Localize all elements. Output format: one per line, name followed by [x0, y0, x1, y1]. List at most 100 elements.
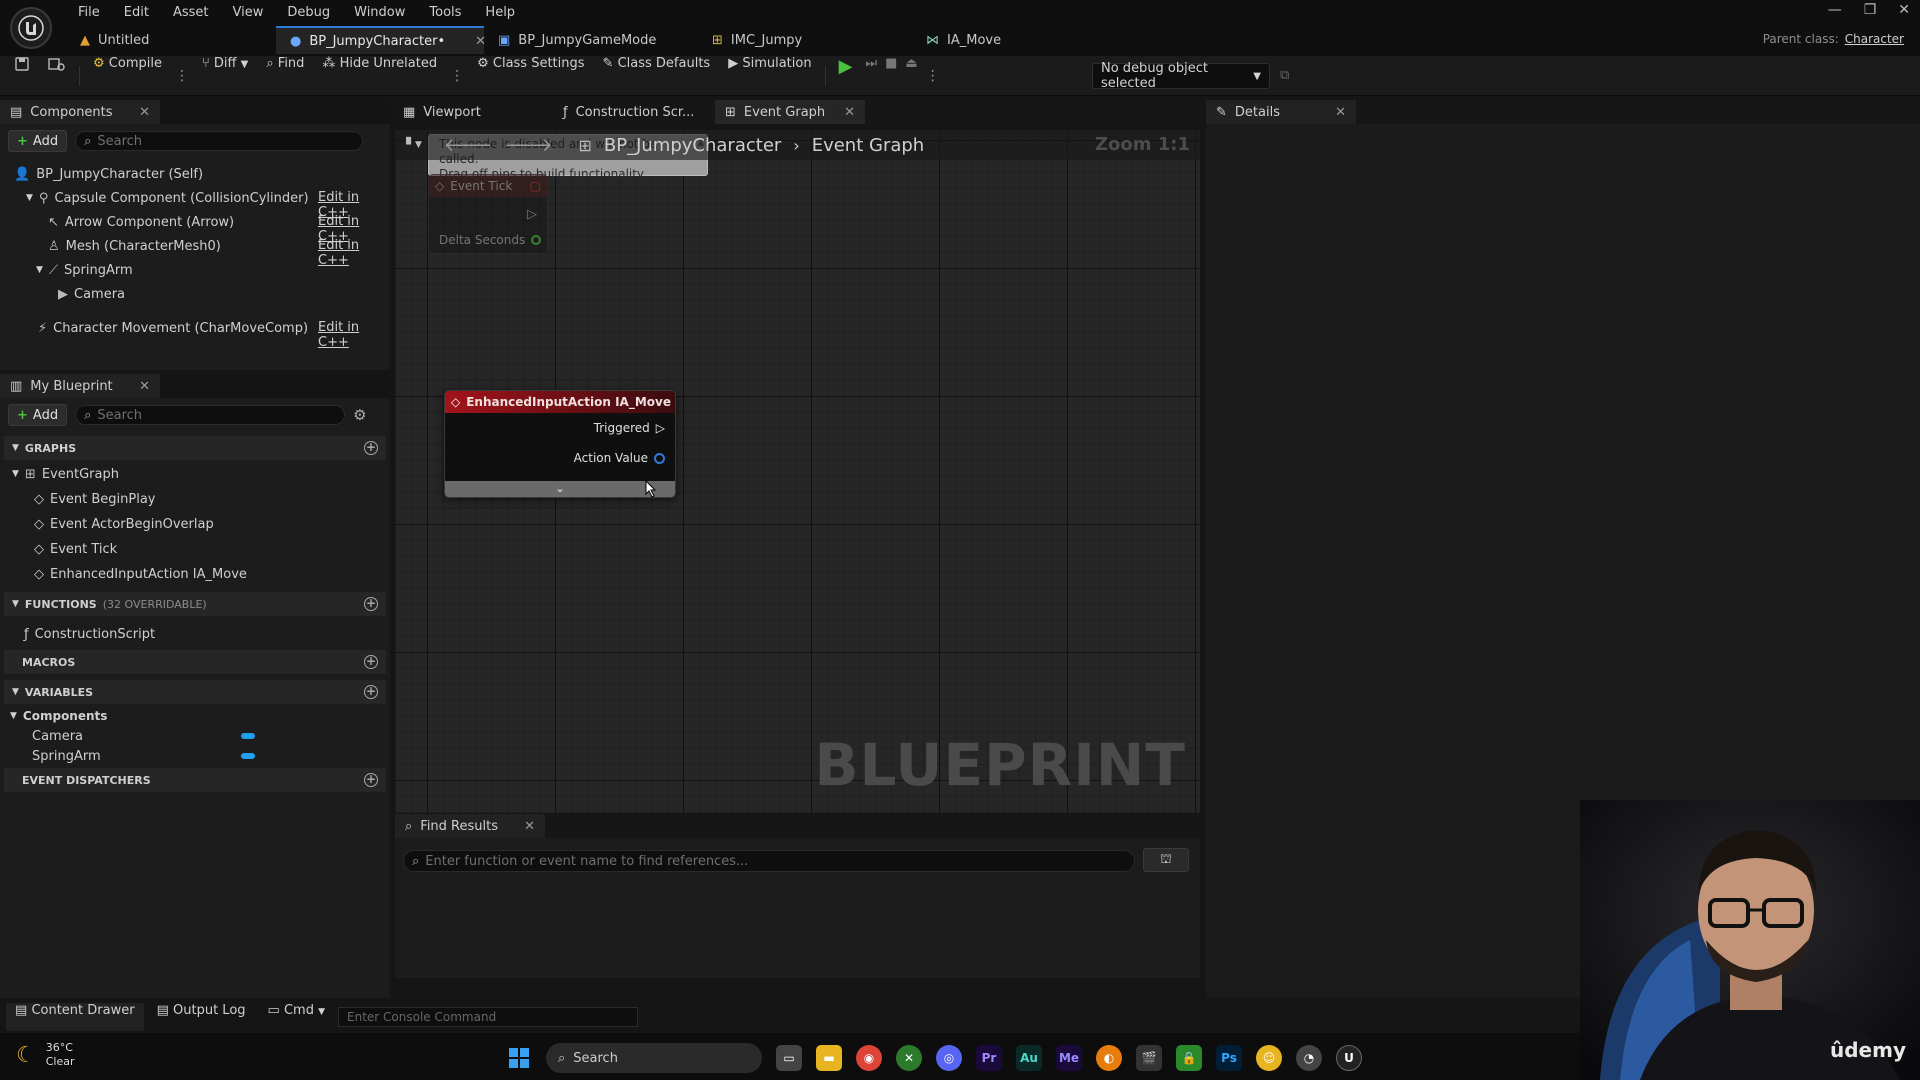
task-view-icon[interactable]: ▭ — [776, 1045, 802, 1071]
close-icon[interactable]: ✕ — [139, 379, 150, 394]
chrome-icon[interactable]: ◉ — [856, 1045, 882, 1071]
debug-filter-icon[interactable]: ⧉ — [1280, 68, 1289, 83]
triggered-exec-pin[interactable]: ▷ — [656, 421, 665, 435]
graph-eventgraph[interactable]: ▼ ⊞ EventGraph — [12, 464, 119, 484]
stop-button[interactable]: ■ — [881, 56, 901, 96]
save-button[interactable] — [0, 56, 39, 96]
add-component-button[interactable]: + Add — [8, 130, 68, 152]
back-arrow-icon[interactable]: 🡐 — [444, 135, 492, 156]
output-log-button[interactable]: ▤ Output Log — [148, 1003, 255, 1031]
edit-in-cpp-link[interactable]: Edit in C++ — [318, 238, 390, 268]
class-settings-button[interactable]: ⚙ Class Settings — [468, 56, 593, 96]
play-button[interactable]: ▶ — [830, 56, 862, 96]
exec-out-pin[interactable]: ▷ — [527, 207, 537, 222]
premiere-icon[interactable]: Pr — [976, 1045, 1002, 1071]
action-value-pin[interactable] — [654, 452, 665, 464]
compile-button[interactable]: ⚙ Compile — [84, 56, 171, 96]
find-button[interactable]: ⌕ Find — [257, 56, 313, 96]
add-dispatcher-icon[interactable]: + — [364, 773, 378, 787]
close-icon[interactable]: ✕ — [1335, 105, 1346, 120]
menu-help[interactable]: Help — [473, 5, 527, 20]
enhanced-input-action-node[interactable]: ◇ EnhancedInputAction IA_Move Triggered … — [444, 390, 676, 498]
clapper-icon[interactable]: 🎬 — [1136, 1045, 1162, 1071]
component-springarm[interactable]: ▼ ⟋ SpringArm — [36, 260, 133, 280]
components-search-input[interactable]: ⌕ Search — [75, 131, 364, 151]
xbox-icon[interactable]: ✕ — [896, 1045, 922, 1071]
audition-icon[interactable]: Au — [1016, 1045, 1042, 1071]
my-blueprint-search-input[interactable]: ⌕ Search — [75, 405, 346, 425]
find-results-tab[interactable]: ⌕ Find Results ✕ — [395, 814, 545, 838]
forward-arrow-icon[interactable]: 🡒 — [504, 135, 552, 156]
menu-asset[interactable]: Asset — [161, 5, 221, 20]
doc-tab-bp-jumpygamemode[interactable]: ▣ BP_JumpyGameMode — [484, 26, 698, 54]
close-window-icon[interactable]: ✕ — [1898, 2, 1910, 18]
unreal-taskbar-icon[interactable]: U — [1336, 1045, 1362, 1071]
minimize-icon[interactable]: — — [1828, 2, 1842, 18]
console-command-input[interactable]: Enter Console Command — [338, 1007, 639, 1027]
menu-file[interactable]: File — [66, 5, 112, 20]
content-drawer-button[interactable]: ▤ Content Drawer — [6, 1003, 144, 1031]
event-beginplay-item[interactable]: ◇ Event BeginPlay — [34, 489, 156, 509]
graph-hierarchy-icon[interactable]: ⊞ — [578, 136, 591, 155]
tab-viewport[interactable]: ▦ Viewport — [393, 100, 553, 124]
add-variable-icon[interactable]: + — [364, 685, 378, 699]
obs-icon[interactable]: ◔ — [1296, 1045, 1322, 1071]
event-ia-move-item[interactable]: ◇ EnhancedInputAction IA_Move — [34, 564, 247, 584]
components-tab[interactable]: ▤ Components ✕ — [0, 100, 160, 124]
chevron-down-icon[interactable]: ▼ — [415, 140, 422, 150]
taskbar-search-box[interactable]: ⌕ Search — [546, 1043, 762, 1073]
doc-tab-untitled[interactable]: ▲ Untitled — [66, 26, 276, 54]
diff-button[interactable]: ⑂ Diff ▼ — [193, 56, 257, 96]
cmd-selector[interactable]: ▭ Cmd ▼ — [259, 1003, 335, 1031]
debug-object-select[interactable]: No debug object selected ▼ — [1092, 61, 1270, 91]
component-camera[interactable]: ▶ Camera — [58, 284, 125, 304]
menu-view[interactable]: View — [221, 5, 276, 20]
event-tick-node[interactable]: ◇ Event Tick ▢ ▷ Delta Seconds — [428, 174, 548, 254]
discord-icon[interactable]: ◎ — [936, 1045, 962, 1071]
component-character-movement[interactable]: ⚡ Character Movement (CharMoveComp) — [38, 318, 308, 338]
gear-icon[interactable]: ⚙ — [353, 406, 366, 424]
media-encoder-icon[interactable]: Me — [1056, 1045, 1082, 1071]
unreal-logo-icon[interactable] — [10, 7, 52, 49]
blender-icon[interactable]: ◐ — [1096, 1045, 1122, 1071]
delta-seconds-pin[interactable] — [531, 235, 542, 245]
details-tab[interactable]: ✎ Details ✕ — [1206, 100, 1356, 124]
variable-camera[interactable]: Camera — [32, 726, 83, 746]
tab-construction-script[interactable]: ƒ Construction Scr... — [553, 100, 715, 124]
restore-icon[interactable]: ❐ — [1864, 2, 1877, 18]
add-graph-icon[interactable]: + — [364, 441, 378, 455]
event-tick-item[interactable]: ◇ Event Tick — [34, 539, 117, 559]
graphs-section-header[interactable]: ▼ GRAPHS + — [4, 436, 386, 460]
event-graph-canvas[interactable]: BLUEPRINT This node is disabled and will… — [395, 130, 1200, 813]
windows-start-icon[interactable] — [506, 1045, 532, 1071]
lock-icon[interactable]: 🔒 — [1176, 1045, 1202, 1071]
hide-unrelated-options-icon[interactable]: ⋮ — [446, 68, 468, 84]
my-blueprint-tab[interactable]: ▥ My Blueprint ✕ — [0, 374, 160, 398]
event-dispatchers-section-header[interactable]: EVENT DISPATCHERS + — [4, 768, 386, 792]
menu-tools[interactable]: Tools — [417, 5, 473, 20]
functions-section-header[interactable]: ▼ FUNCTIONS (32 OVERRIDABLE) + — [4, 592, 386, 616]
eject-button[interactable]: ⏏ — [901, 56, 921, 96]
doc-tab-imc-jumpy[interactable]: ⊞ IMC_Jumpy — [698, 26, 912, 54]
expand-pins-chevron-icon[interactable]: ⌄ — [445, 481, 675, 497]
add-macro-icon[interactable]: + — [364, 655, 378, 669]
file-explorer-icon[interactable]: ▬ — [816, 1045, 842, 1071]
close-icon[interactable]: ✕ — [844, 105, 855, 120]
add-function-icon[interactable]: + — [364, 597, 378, 611]
edit-in-cpp-link[interactable]: Edit in C++ — [318, 320, 390, 350]
step-button[interactable]: ⏭ — [861, 56, 881, 96]
class-defaults-button[interactable]: ✎ Class Defaults — [594, 56, 720, 96]
play-options-icon[interactable]: ⋮ — [922, 68, 944, 84]
close-icon[interactable]: ✕ — [139, 105, 150, 120]
components-variable-group[interactable]: ▼ Components — [10, 706, 107, 726]
component-arrow[interactable]: ↖ Arrow Component (Arrow) — [48, 212, 234, 232]
component-self[interactable]: 👤 BP_JumpyCharacter (Self) — [14, 164, 203, 184]
tab-event-graph[interactable]: ⊞ Event Graph ✕ — [715, 100, 865, 124]
close-icon[interactable]: ✕ — [524, 819, 535, 834]
macros-section-header[interactable]: MACROS + — [4, 650, 386, 674]
doc-tab-ia-move[interactable]: ⋈ IA_Move — [912, 26, 1072, 54]
variable-springarm[interactable]: SpringArm — [32, 746, 101, 766]
compile-options-icon[interactable]: ⋮ — [171, 68, 193, 84]
find-in-all-blueprints-button[interactable]: ⛫ — [1143, 848, 1189, 872]
photoshop-icon[interactable]: Ps — [1216, 1045, 1242, 1071]
